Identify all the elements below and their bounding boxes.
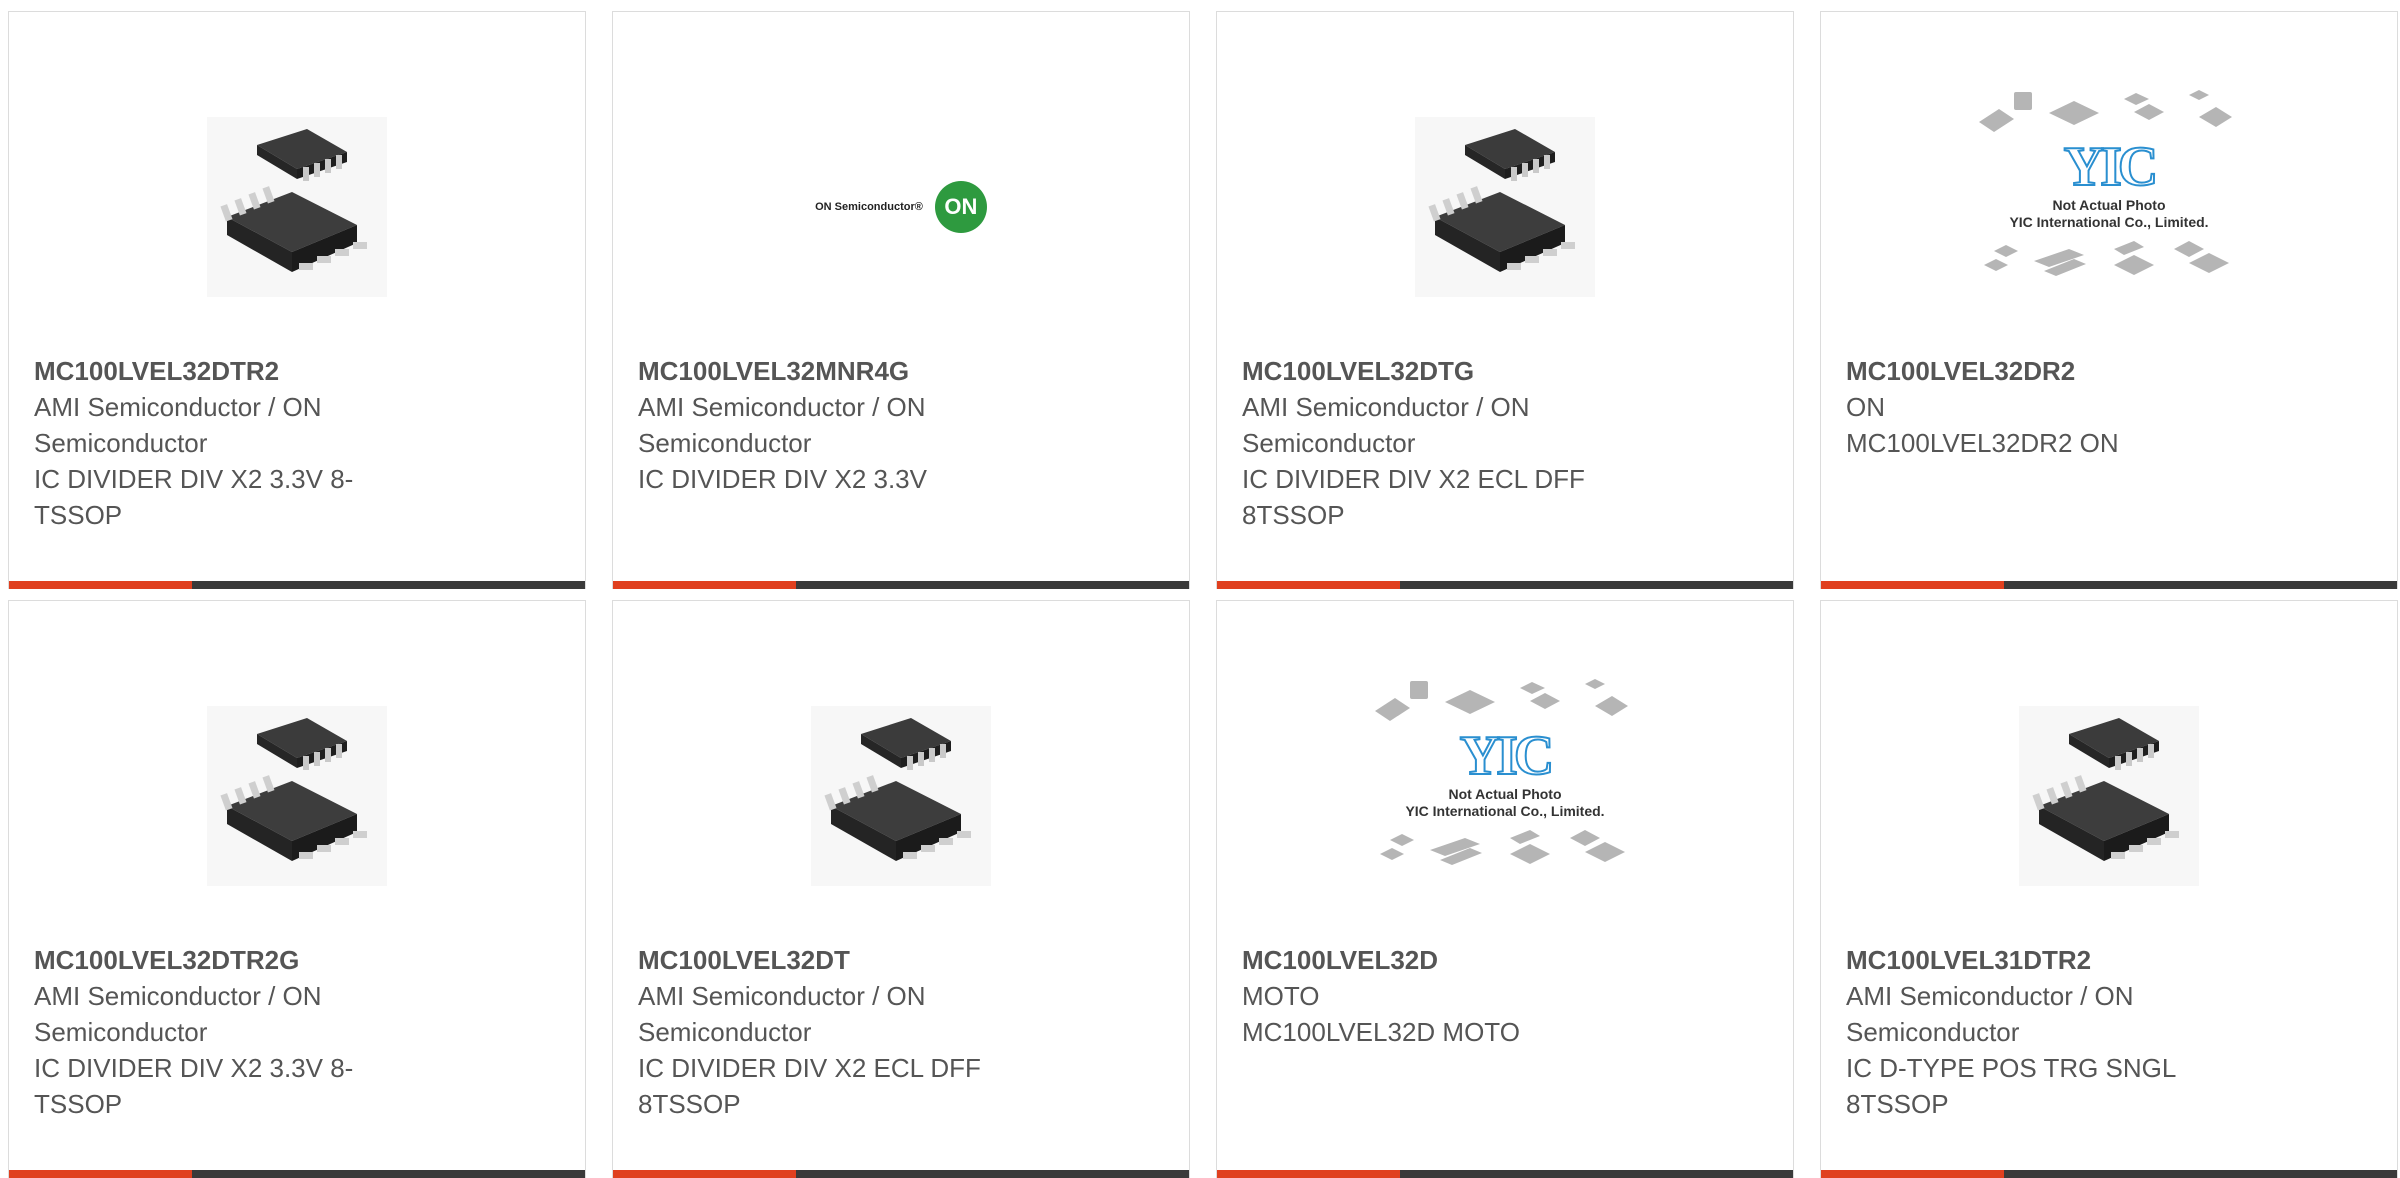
product-part-number-link[interactable]: MC100LVEL32MNR4G: [638, 353, 998, 389]
product-thumbnail[interactable]: YIC Not Actual Photo YIC International C…: [1217, 656, 1793, 936]
product-card[interactable]: MC100LVEL32DT AMI Semiconductor / ON Semi…: [612, 600, 1190, 1178]
product-thumbnail[interactable]: [1217, 67, 1793, 347]
product-info: MC100LVEL32MNR4G AMI Semiconductor / ON S…: [638, 353, 998, 497]
not-actual-photo-label: Not Actual Photo: [1448, 786, 1562, 802]
on-semi-wordmark: ON Semiconductor®: [815, 201, 923, 213]
product-part-number-link[interactable]: MC100LVEL32D: [1242, 942, 1602, 978]
product-description: IC DIVIDER DIV X2 3.3V 8-TSSOP: [34, 1053, 354, 1119]
product-info: MC100LVEL32DR2 ON MC100LVEL32DR2 ON: [1846, 353, 2206, 461]
on-semi-logo: ON Semiconductor® ON: [815, 181, 987, 233]
tssop-chip-image: [1415, 117, 1595, 297]
product-info: MC100LVEL31DTR2 AMI Semiconductor / ON Se…: [1846, 942, 2206, 1122]
card-bottom-bar: [9, 581, 585, 589]
card-accent-stripe: [1821, 1170, 2004, 1178]
product-part-number-link[interactable]: MC100LVEL32DTG: [1242, 353, 1602, 389]
product-description: IC DIVIDER DIV X2 3.3V 8-TSSOP: [34, 464, 354, 530]
card-bottom-bar: [613, 1170, 1189, 1178]
product-manufacturer: ON: [1846, 392, 1885, 422]
card-accent-stripe: [1821, 581, 2004, 589]
product-manufacturer: AMI Semiconductor / ON Semiconductor: [638, 981, 926, 1047]
card-accent-stripe: [9, 1170, 192, 1178]
yic-logo: YIC: [1459, 725, 1556, 787]
chip-icons-top: [1979, 90, 2232, 132]
product-card[interactable]: MC100LVEL32DTR2G AMI Semiconductor / ON S…: [8, 600, 586, 1178]
yic-company-label: YIC International Co., Limited.: [2009, 214, 2209, 230]
product-card[interactable]: ON Semiconductor® ON MC100LVEL32MNR4G AMI…: [612, 11, 1190, 589]
tssop-chip-image: [207, 706, 387, 886]
yic-placeholder-image: YIC Not Actual Photo YIC International C…: [1370, 676, 1640, 916]
chip-icons-top: [1375, 679, 1628, 721]
card-bottom-bar: [613, 581, 1189, 589]
card-accent-stripe: [613, 1170, 796, 1178]
card-bottom-bar: [1217, 1170, 1793, 1178]
chip-icons-bottom: [1380, 830, 1625, 865]
product-thumbnail[interactable]: [9, 67, 585, 347]
product-thumbnail[interactable]: [9, 656, 585, 936]
product-thumbnail[interactable]: [613, 656, 1189, 936]
product-card[interactable]: YIC Not Actual Photo YIC International C…: [1820, 11, 2398, 589]
yic-company-label: YIC International Co., Limited.: [1405, 803, 1605, 819]
product-info: MC100LVEL32DTR2G AMI Semiconductor / ON S…: [34, 942, 394, 1122]
product-part-number-link[interactable]: MC100LVEL32DT: [638, 942, 998, 978]
yic-logo: YIC: [2063, 136, 2160, 198]
product-description: MC100LVEL32DR2 ON: [1846, 428, 2119, 458]
product-manufacturer: MOTO: [1242, 981, 1320, 1011]
product-thumbnail[interactable]: [1821, 656, 2397, 936]
chip-icons-bottom: [1984, 241, 2229, 276]
product-card[interactable]: YIC Not Actual Photo YIC International C…: [1216, 600, 1794, 1178]
product-manufacturer: AMI Semiconductor / ON Semiconductor: [638, 392, 926, 458]
product-manufacturer: AMI Semiconductor / ON Semiconductor: [34, 392, 322, 458]
product-card[interactable]: MC100LVEL32DTR2 AMI Semiconductor / ON Se…: [8, 11, 586, 589]
product-description: MC100LVEL32D MOTO: [1242, 1017, 1520, 1047]
product-part-number-link[interactable]: MC100LVEL32DR2: [1846, 353, 2206, 389]
product-description: IC DIVIDER DIV X2 3.3V: [638, 464, 927, 494]
yic-placeholder-image: YIC Not Actual Photo YIC International C…: [1974, 87, 2244, 327]
product-manufacturer: AMI Semiconductor / ON Semiconductor: [1846, 981, 2134, 1047]
not-actual-photo-label: Not Actual Photo: [2052, 197, 2166, 213]
card-bottom-bar: [1821, 1170, 2397, 1178]
product-card[interactable]: MC100LVEL31DTR2 AMI Semiconductor / ON Se…: [1820, 600, 2398, 1178]
product-thumbnail[interactable]: YIC Not Actual Photo YIC International C…: [1821, 67, 2397, 347]
product-info: MC100LVEL32DTR2 AMI Semiconductor / ON Se…: [34, 353, 394, 533]
product-description: IC DIVIDER DIV X2 ECL DFF 8TSSOP: [638, 1053, 981, 1119]
card-accent-stripe: [9, 581, 192, 589]
card-accent-stripe: [1217, 1170, 1400, 1178]
product-manufacturer: AMI Semiconductor / ON Semiconductor: [1242, 392, 1530, 458]
on-badge: ON: [934, 181, 987, 233]
tssop-chip-image: [2019, 706, 2199, 886]
product-part-number-link[interactable]: MC100LVEL32DTR2G: [34, 942, 394, 978]
card-bottom-bar: [1821, 581, 2397, 589]
product-description: IC D-TYPE POS TRG SNGL 8TSSOP: [1846, 1053, 2176, 1119]
card-bottom-bar: [1217, 581, 1793, 589]
card-accent-stripe: [613, 581, 796, 589]
product-card[interactable]: MC100LVEL32DTG AMI Semiconductor / ON Sem…: [1216, 11, 1794, 589]
product-part-number-link[interactable]: MC100LVEL31DTR2: [1846, 942, 2206, 978]
card-accent-stripe: [1217, 581, 1400, 589]
product-part-number-link[interactable]: MC100LVEL32DTR2: [34, 353, 394, 389]
product-info: MC100LVEL32DTG AMI Semiconductor / ON Sem…: [1242, 353, 1602, 533]
card-bottom-bar: [9, 1170, 585, 1178]
product-grid: MC100LVEL32DTR2 AMI Semiconductor / ON Se…: [8, 11, 2398, 1178]
product-info: MC100LVEL32DT AMI Semiconductor / ON Semi…: [638, 942, 998, 1122]
product-info: MC100LVEL32D MOTO MC100LVEL32D MOTO: [1242, 942, 1602, 1050]
tssop-chip-image: [207, 117, 387, 297]
product-manufacturer: AMI Semiconductor / ON Semiconductor: [34, 981, 322, 1047]
tssop-chip-image: [811, 706, 991, 886]
product-description: IC DIVIDER DIV X2 ECL DFF 8TSSOP: [1242, 464, 1585, 530]
product-thumbnail[interactable]: ON Semiconductor® ON: [613, 67, 1189, 347]
